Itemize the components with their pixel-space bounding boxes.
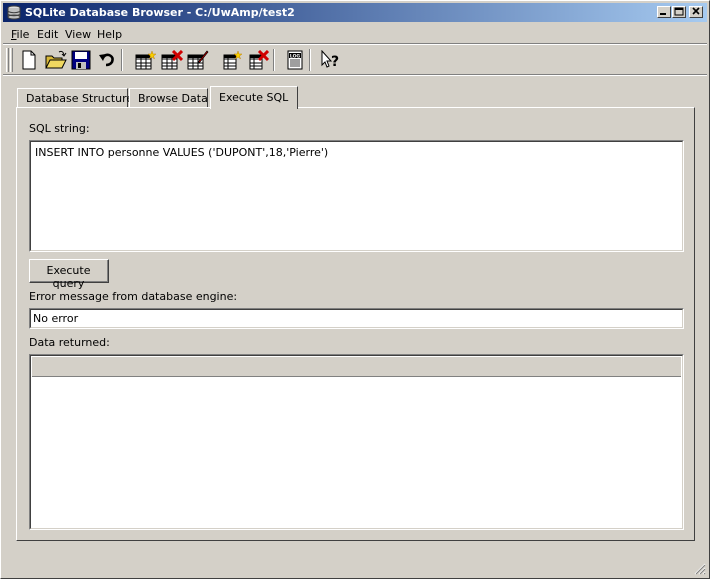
database-app-icon [7,5,21,20]
toolbar-separator-2 [273,49,275,71]
new-database-icon [22,50,36,70]
whats-this-button[interactable]: ? [317,48,341,72]
execute-query-label: Execute query [46,264,91,290]
delete-table-icon [161,50,183,70]
title-bar[interactable]: SQLite Database Browser - C:/UwAmp/test2 [3,3,707,22]
create-table-button[interactable] [133,48,157,72]
toolbar-divider [3,74,707,76]
minimize-button[interactable] [657,6,671,18]
execute-sql-panel: SQL string: INSERT INTO personne VALUES … [16,107,695,541]
error-message-label: Error message from database engine: [29,290,238,303]
toolbar-separator [121,49,123,71]
menu-view[interactable]: View [65,28,91,41]
open-database-icon [45,50,67,69]
toolbar-grip-2 [10,48,13,72]
tab-database-structure[interactable]: Database Structure [17,88,133,107]
create-table-icon [135,50,157,70]
create-index-button[interactable] [219,48,243,72]
minimize-icon [660,13,666,15]
grid-header [32,357,681,377]
menu-help[interactable]: Help [97,28,122,41]
toolbar-grip[interactable] [6,48,9,72]
menu-divider [3,43,707,45]
svg-text:LOG: LOG [290,53,301,59]
sql-editor[interactable]: INSERT INTO personne VALUES ('DUPONT',18… [29,140,684,252]
toolbar-separator-3 [309,49,311,71]
open-database-button[interactable] [43,48,67,72]
tab-browse-data[interactable]: Browse Data [129,88,208,107]
log-icon: LOG [287,50,303,70]
menu-bar: File Edit View Help [3,25,707,43]
execute-query-button[interactable]: Execute query [29,259,109,290]
close-icon [692,7,700,15]
whats-this-icon: ? [321,50,339,70]
tab-execute-sql[interactable]: Execute SQL [210,86,298,109]
toolbar: LOG ? [5,47,705,73]
error-message-field[interactable]: No error [29,308,684,329]
data-returned-label: Data returned: [29,336,110,349]
resize-grip-icon[interactable] [694,563,706,575]
new-database-button[interactable] [17,48,41,72]
window-title: SQLite Database Browser - C:/UwAmp/test2 [25,6,295,19]
save-icon [71,50,91,70]
maximize-button[interactable] [672,6,686,18]
sql-text: INSERT INTO personne VALUES ('DUPONT',18… [35,146,329,159]
modify-table-icon [187,50,209,70]
menu-edit[interactable]: Edit [37,28,58,41]
app-window: SQLite Database Browser - C:/UwAmp/test2… [0,0,710,579]
undo-icon [99,53,114,67]
modify-table-button[interactable] [185,48,209,72]
maximize-icon [674,7,684,16]
close-button[interactable] [689,6,703,18]
create-index-icon [223,50,243,70]
save-button[interactable] [69,48,93,72]
delete-table-button[interactable] [159,48,183,72]
menu-file[interactable]: File [11,28,29,41]
data-returned-grid[interactable] [29,354,684,530]
delete-index-icon [249,50,269,70]
sql-string-label: SQL string: [29,122,90,135]
log-button[interactable]: LOG [283,48,307,72]
delete-index-button[interactable] [245,48,269,72]
error-message-text: No error [33,312,79,325]
svg-text:?: ? [331,54,339,70]
undo-button[interactable] [95,48,119,72]
